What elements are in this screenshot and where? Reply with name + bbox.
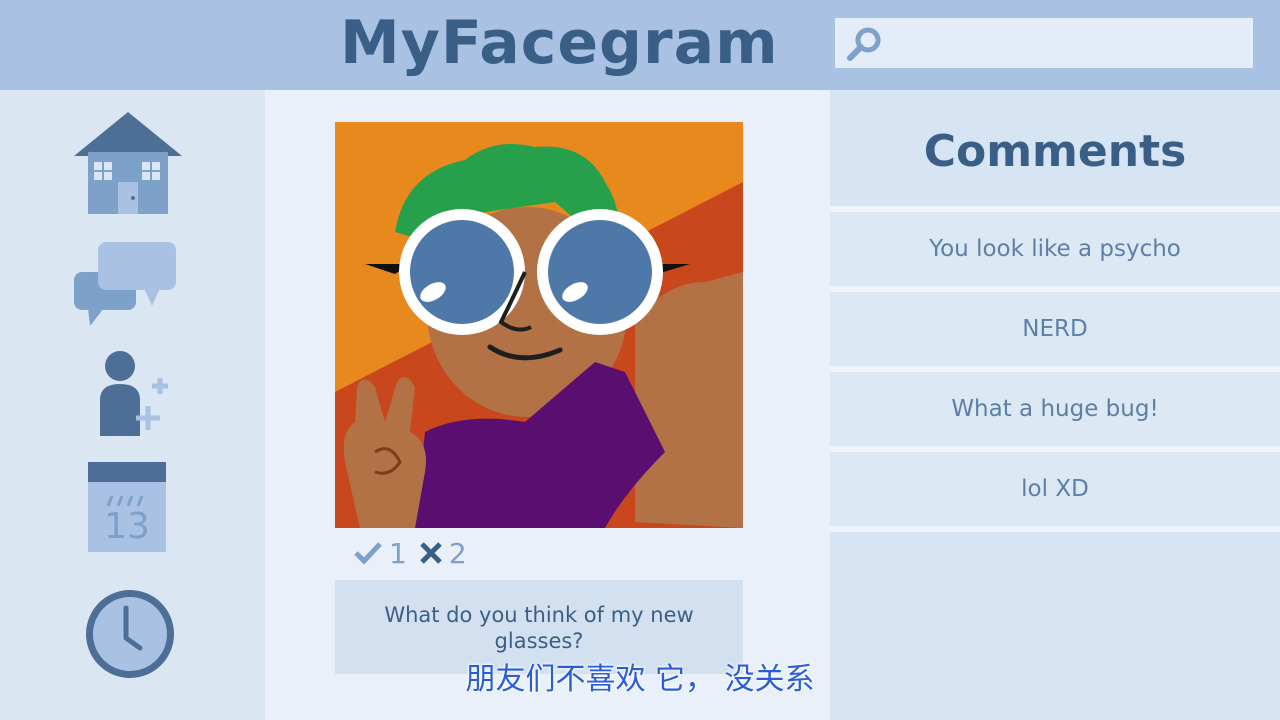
chat-bubbles-icon[interactable] — [72, 240, 180, 326]
comment-item[interactable]: You look like a psycho — [830, 206, 1280, 286]
like-count: 1 — [389, 536, 407, 570]
cross-icon — [420, 542, 442, 564]
comment-divider — [830, 526, 1280, 532]
sidebar: 13 — [0, 90, 265, 720]
search-bar[interactable] — [835, 18, 1253, 68]
like-button[interactable]: 1 — [353, 537, 407, 570]
post-panel: 1 2 What do you think of my new glasses? — [265, 90, 830, 720]
vote-bar: 1 2 — [353, 535, 467, 571]
search-icon[interactable] — [845, 24, 885, 64]
post-caption: What do you think of my new glasses? — [384, 603, 694, 653]
top-header: MyFacegram — [0, 0, 1280, 90]
house-icon[interactable] — [72, 110, 184, 216]
comment-item[interactable]: What a huge bug! — [830, 366, 1280, 446]
add-user-icon[interactable] — [96, 348, 172, 436]
checkmark-icon — [354, 542, 382, 565]
app-title: MyFacegram — [340, 8, 779, 78]
dislike-button[interactable]: 2 — [419, 537, 467, 570]
calendar-icon[interactable]: 13 — [88, 462, 166, 552]
calendar-date: 13 — [104, 506, 150, 547]
dislike-count: 2 — [448, 536, 467, 570]
video-subtitle: 朋友们不喜欢 它， 没关系 — [465, 662, 815, 697]
post-photo[interactable] — [335, 122, 743, 528]
comment-item[interactable]: NERD — [830, 286, 1280, 366]
comments-panel: Comments You look like a psycho NERD Wha… — [830, 90, 1280, 720]
comment-item[interactable]: lol XD — [830, 446, 1280, 526]
comments-title: Comments — [923, 126, 1187, 177]
search-input[interactable] — [895, 26, 1239, 62]
